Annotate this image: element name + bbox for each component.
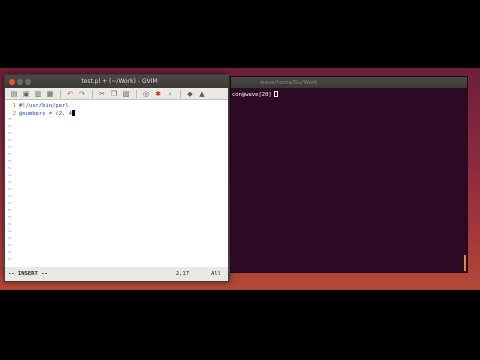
empty-line-tilde: ~: [8, 208, 12, 214]
print-icon[interactable]: ▦: [46, 90, 54, 98]
scroll-percent: All: [211, 271, 221, 277]
paste-icon[interactable]: ▧: [122, 90, 130, 98]
make-icon[interactable]: ▲: [198, 90, 206, 98]
empty-line-tilde: ~: [8, 166, 12, 172]
open-file-icon[interactable]: ▤: [10, 90, 18, 98]
gvim-titlebar[interactable]: test.pl + (~/Work) - GVIM: [5, 75, 228, 88]
empty-line-tilde: ~: [8, 131, 12, 137]
gvim-statusbar: -- INSERT -- 2,17 All: [5, 267, 228, 281]
empty-line-tilde: ~: [8, 257, 12, 263]
find-prev-icon[interactable]: ‹: [166, 90, 174, 98]
empty-line-tilde: ~: [8, 173, 12, 179]
cut-icon[interactable]: ✂: [98, 90, 106, 98]
gvim-toolbar: ▤ ▣ ▥ ▦ ↶ ↷ ✂ ❐ ▧ ◎ ✱ ‹ ◆ ▲: [5, 88, 228, 100]
empty-line-tilde: ~: [8, 236, 12, 242]
copy-icon[interactable]: ❐: [110, 90, 118, 98]
terminal-window[interactable]: wave/home/Gu/Work con@wave[20]: [230, 76, 468, 273]
minimize-window-button[interactable]: [17, 78, 23, 85]
empty-line-tilde: ~: [8, 250, 12, 256]
mode-indicator: -- INSERT --: [8, 271, 48, 277]
line-text: #!/usr/bin/perl: [19, 103, 69, 109]
empty-line-tilde: ~: [8, 243, 12, 249]
terminal-titlebar[interactable]: wave/home/Gu/Work: [231, 77, 467, 88]
letterbox-bottom: [0, 290, 480, 360]
close-window-button[interactable]: [9, 78, 15, 85]
find-next-icon[interactable]: ✱: [154, 90, 162, 98]
gvim-window-title: test.pl + (~/Work) - GVIM: [81, 78, 158, 85]
find-icon[interactable]: ◎: [142, 90, 150, 98]
empty-line-tilde: ~: [8, 159, 12, 165]
empty-line-tilde: ~: [8, 180, 12, 186]
toolbar-separator: [136, 89, 137, 98]
empty-line-tilde: ~: [8, 229, 12, 235]
cursor-position: 2,17: [175, 271, 190, 277]
terminal-window-title: wave/home/Gu/Work: [260, 79, 318, 86]
terminal-body[interactable]: con@wave[20]: [231, 88, 467, 98]
toolbar-separator: [60, 89, 61, 98]
redo-icon[interactable]: ↷: [78, 90, 86, 98]
gvim-editor[interactable]: 1 #!/usr/bin/perl 2 @numbers = (2, 4 ~ ~ ~ ~ ~…: [5, 101, 228, 267]
empty-line-tilde: ~: [8, 138, 12, 144]
empty-line-tilde: ~: [8, 215, 12, 221]
save-file-icon[interactable]: ▣: [22, 90, 30, 98]
maximize-window-button[interactable]: [25, 78, 31, 85]
text-cursor: [71, 110, 75, 116]
empty-line-tilde: ~: [8, 152, 12, 158]
line-text: @numbers = (2, 4: [19, 111, 72, 117]
empty-line-tilde: ~: [8, 222, 12, 228]
line-number: 1: [12, 103, 16, 109]
empty-line-tilde: ~: [8, 194, 12, 200]
empty-line-tilde: ~: [8, 117, 12, 123]
toolbar-separator: [92, 89, 93, 98]
toolbar-separator: [180, 89, 181, 98]
gvim-window[interactable]: test.pl + (~/Work) - GVIM ▤ ▣ ▥ ▦ ↶ ↷ ✂ …: [4, 74, 229, 282]
empty-line-tilde: ~: [8, 201, 12, 207]
code-line: 1 #!/usr/bin/perl: [8, 103, 228, 110]
load-session-icon[interactable]: ◆: [186, 90, 194, 98]
terminal-scroll-indicator: [464, 255, 466, 271]
empty-line-tilde: ~: [8, 145, 12, 151]
letterbox-top: [0, 0, 480, 68]
empty-line-markers: ~ ~ ~ ~ ~ ~ ~ ~ ~ ~ ~ ~ ~ ~ ~ ~ ~ ~ ~ ~ ~: [8, 117, 228, 264]
code-line: 2 @numbers = (2, 4: [8, 110, 228, 117]
empty-line-tilde: ~: [8, 187, 12, 193]
terminal-cursor: [273, 91, 278, 97]
shell-prompt: con@wave[20]: [232, 92, 272, 98]
undo-icon[interactable]: ↶: [66, 90, 74, 98]
empty-line-tilde: ~: [8, 124, 12, 130]
save-all-icon[interactable]: ▥: [34, 90, 42, 98]
